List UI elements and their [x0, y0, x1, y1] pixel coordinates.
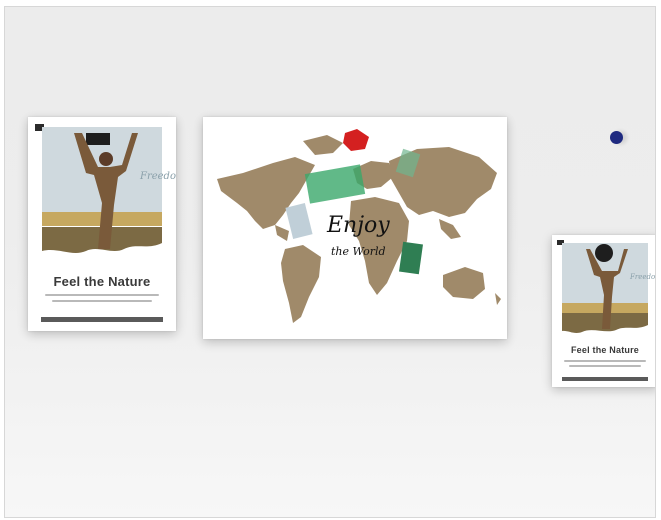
- poster-body-line: [52, 300, 152, 302]
- poster-title: Feel the Nature: [570, 345, 640, 355]
- poster-body-line: [569, 365, 641, 367]
- poster-body-line: [564, 360, 646, 362]
- poster-feel-the-nature-small[interactable]: Freedom Feel the Nature: [552, 235, 656, 387]
- map-title-line1: Enjoy: [327, 213, 390, 238]
- poster-photo: Freedom: [562, 243, 656, 333]
- red-sticker: [343, 129, 369, 151]
- green-sticker: [304, 164, 366, 204]
- poster-feel-the-nature-large[interactable]: Freedom Feel the Nature: [28, 117, 176, 331]
- poster-body-line: [45, 294, 159, 296]
- poster-photo: Freedom: [42, 127, 176, 253]
- poster-footer-bar: [562, 377, 648, 381]
- showroom-wall: Freedom Feel the Nature: [4, 6, 656, 518]
- map-title-line2: the World: [331, 245, 386, 258]
- world-map-print[interactable]: Enjoy the World: [203, 117, 507, 339]
- poster-footer-bar: [41, 317, 163, 322]
- navigation-dot-icon[interactable]: [610, 131, 623, 144]
- svg-text:Freedom: Freedom: [629, 273, 656, 281]
- svg-text:Freedom: Freedom: [139, 171, 176, 182]
- passport-icon: [399, 241, 423, 275]
- poster-title: Feel the Nature: [53, 274, 151, 289]
